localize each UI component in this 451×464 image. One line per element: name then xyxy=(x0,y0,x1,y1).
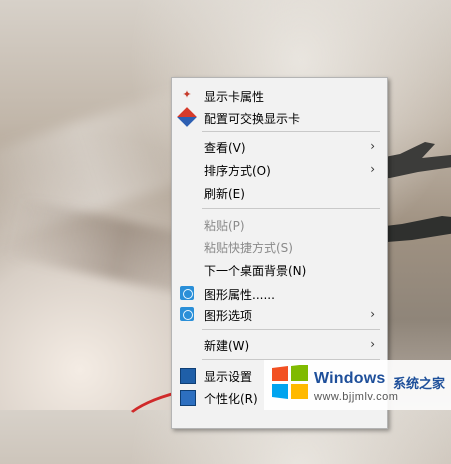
watermark-site-name: 系统之家 xyxy=(393,377,446,392)
menu-item-display-card-properties[interactable]: ✦ 显示卡属性 xyxy=(172,84,387,106)
submenu-arrow-icon: › xyxy=(370,139,375,153)
menu-item-sort-by[interactable]: 排序方式(O) › xyxy=(172,158,387,180)
menu-item-refresh[interactable]: 刷新(E) xyxy=(172,181,387,203)
menu-item-paste-shortcut[interactable]: 粘贴快捷方式(S) xyxy=(172,235,387,257)
menu-separator xyxy=(202,329,380,330)
menu-item-graphics-options[interactable]: 图形选项 › xyxy=(172,303,387,325)
menu-item-label: 下一个桌面背景(N) xyxy=(204,264,307,278)
menu-item-label: 排序方式(O) xyxy=(204,164,271,178)
intel-graphics-icon xyxy=(180,286,194,300)
menu-item-next-desktop-background[interactable]: 下一个桌面背景(N) xyxy=(172,258,387,280)
watermark-url: www.bjjmlv.com xyxy=(314,391,399,403)
windows-logo-icon xyxy=(272,365,308,399)
menu-item-new[interactable]: 新建(W) › xyxy=(172,333,387,355)
switchable-graphics-icon xyxy=(177,107,197,127)
menu-item-label: 刷新(E) xyxy=(204,187,245,201)
menu-separator xyxy=(202,131,380,132)
submenu-arrow-icon: › xyxy=(370,337,375,351)
menu-separator xyxy=(202,208,380,209)
menu-item-label: 新建(W) xyxy=(204,339,250,353)
graphics-card-icon: ✦ xyxy=(182,88,192,101)
menu-item-label: 显示设置 xyxy=(204,370,253,384)
personalize-icon xyxy=(180,390,196,406)
menu-item-label: 查看(V) xyxy=(204,141,246,155)
menu-item-label: 配置可交换显示卡 xyxy=(204,112,301,126)
intel-graphics-icon xyxy=(180,307,194,321)
menu-item-label: 粘贴(P) xyxy=(204,219,245,233)
menu-item-configure-switchable-graphics[interactable]: 配置可交换显示卡 xyxy=(172,106,387,128)
submenu-arrow-icon: › xyxy=(370,307,375,321)
menu-item-label: 显示卡属性 xyxy=(204,90,265,104)
site-watermark: Windows 系统之家 www.bjjmlv.com xyxy=(264,360,451,410)
menu-item-label: 个性化(R) xyxy=(204,392,258,406)
menu-item-graphics-properties[interactable]: 图形属性...... xyxy=(172,282,387,304)
menu-item-label: 图形属性...... xyxy=(204,288,275,302)
submenu-arrow-icon: › xyxy=(370,162,375,176)
menu-item-view[interactable]: 查看(V) › xyxy=(172,135,387,157)
menu-item-label: 粘贴快捷方式(S) xyxy=(204,241,293,255)
display-settings-icon xyxy=(180,368,196,384)
menu-item-label: 图形选项 xyxy=(204,309,253,323)
menu-item-paste[interactable]: 粘贴(P) xyxy=(172,213,387,235)
watermark-title: Windows xyxy=(314,370,386,387)
